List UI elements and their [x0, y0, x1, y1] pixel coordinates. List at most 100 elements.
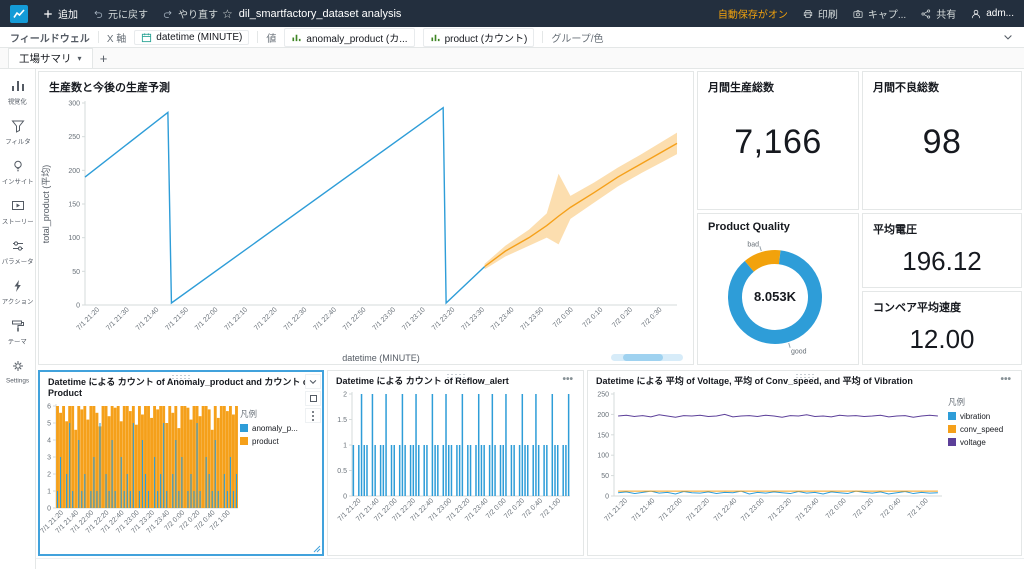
field-pill-product[interactable]: product (カウント): [422, 27, 535, 47]
field-pill-anomaly-product[interactable]: anomaly_product (カ...: [284, 27, 415, 47]
svg-text:7/1 23:00: 7/1 23:00: [740, 497, 766, 523]
share-button[interactable]: 共有: [920, 6, 956, 21]
drag-handle[interactable]: [171, 374, 191, 379]
legend-item[interactable]: anomaly_p...: [240, 424, 298, 433]
reflow-chart-svg[interactable]: 00.511.527/1 21:207/1 21:407/1 22:007/1 …: [328, 388, 576, 540]
legend-item[interactable]: product: [240, 437, 298, 446]
favorite-star-icon[interactable]: ☆: [222, 7, 233, 21]
divider: [257, 31, 259, 43]
sheet-tab-label: 工場サマリ: [19, 53, 72, 65]
funnel-icon: [10, 120, 25, 133]
visual-menu-icon[interactable]: •••: [998, 375, 1013, 385]
svg-text:7/2 0:00: 7/2 0:00: [552, 306, 575, 329]
kpi-value: 12.00: [909, 324, 975, 354]
legend-swatch: [948, 412, 956, 421]
kpi-conveyor-speed-panel[interactable]: コンベア平均速度 12.00: [862, 291, 1022, 365]
quality-donut-svg[interactable]: bad good 8.053K: [699, 235, 857, 365]
svg-text:7/1 22:50: 7/1 22:50: [342, 306, 368, 332]
visual-menu-button[interactable]: [305, 408, 321, 423]
anomaly-product-panel[interactable]: Datetime による カウント of Anomaly_product and…: [38, 370, 324, 556]
svg-text:7/2 0:20: 7/2 0:20: [852, 497, 875, 520]
production-chart-svg[interactable]: 0501001502002503007/1 21:20 7/1 21:30 7/1 …: [39, 97, 687, 365]
svg-text:0: 0: [343, 493, 347, 500]
field-pill-datetime[interactable]: datetime (MINUTE): [134, 29, 250, 45]
svg-text:7/2 0:30: 7/2 0:30: [641, 306, 664, 329]
undo-button[interactable]: 元に戻す: [92, 6, 148, 21]
production-forecast-panel[interactable]: 生産数と今後の生産予測 0 50 100 150 200 250 300 7/1 21:20 7…: [38, 71, 694, 365]
maximize-visual-button[interactable]: [305, 391, 321, 406]
sheet-tab-factory-summary[interactable]: 工場サマリ ▾: [8, 48, 93, 68]
share-label: 共有: [936, 10, 957, 21]
storyboard-icon: [11, 201, 24, 210]
svg-text:7/1 23:30: 7/1 23:30: [460, 306, 486, 332]
svg-text:7/1 22:10: 7/1 22:10: [224, 306, 250, 332]
svg-text:7/1 23:50: 7/1 23:50: [520, 306, 546, 332]
left-sidebar: 視覚化 フィルタ インサイト ストーリー パラメータ アクション テーマ Set…: [0, 69, 36, 569]
svg-text:7/2 1:00: 7/2 1:00: [907, 497, 930, 520]
visual-menu-icon[interactable]: •••: [560, 375, 575, 385]
sidebar-item-actions[interactable]: アクション: [0, 273, 36, 313]
reflow-alert-panel[interactable]: Datetime による カウント of Reflow_alert ••• 00…: [327, 370, 584, 556]
capture-button[interactable]: キャプ...: [852, 6, 906, 21]
resize-handle[interactable]: [312, 544, 321, 553]
svg-text:200: 200: [68, 168, 80, 175]
zoom-handle[interactable]: [623, 354, 663, 361]
svg-text:300: 300: [68, 101, 80, 108]
svg-text:datetime (MINUTE): datetime (MINUTE): [342, 353, 420, 363]
autosave-toggle[interactable]: 自動保存がオン: [718, 6, 788, 21]
legend-title: 凡例: [948, 396, 966, 407]
svg-text:7/2 0:00: 7/2 0:00: [825, 497, 848, 520]
legend-item[interactable]: vibration: [948, 412, 1006, 421]
sidebar-item-label: アクション: [1, 297, 34, 306]
field-pill-label: datetime (MINUTE): [156, 31, 243, 43]
product-quality-panel[interactable]: Product Quality bad good 8.053K: [697, 213, 859, 365]
collapse-visual-button[interactable]: [305, 374, 321, 389]
collapse-field-wells-chevron[interactable]: [1002, 31, 1014, 43]
chart-zoom-scrollbar[interactable]: [611, 354, 683, 361]
kpi-title: 平均電圧: [873, 224, 917, 236]
sidebar-item-insights[interactable]: インサイト: [0, 153, 36, 193]
legend-item[interactable]: conv_speed: [948, 425, 1006, 434]
lightbulb-icon: [13, 160, 22, 172]
chevron-down-icon: [309, 379, 317, 384]
user-menu[interactable]: adm...: [970, 8, 1014, 20]
sidebar-item-settings[interactable]: Settings: [0, 353, 36, 391]
add-button[interactable]: 追加: [42, 6, 78, 21]
sensors-panel[interactable]: Datetime による 平均 of Voltage, 平均 of Conv_s…: [587, 370, 1022, 556]
redo-button[interactable]: やり直す: [162, 6, 218, 21]
chart-legend: 凡例 vibration conv_speedvoltage: [948, 388, 1010, 451]
svg-text:total_product (平均): total_product (平均): [40, 165, 51, 244]
add-sheet-button[interactable]: +: [93, 48, 115, 68]
sidebar-item-filter[interactable]: フィルタ: [0, 113, 36, 153]
print-button[interactable]: 印刷: [802, 6, 838, 21]
value-well-label: 値: [266, 33, 277, 45]
svg-text:7/1 21:40: 7/1 21:40: [631, 497, 657, 523]
sidebar-item-label: ストーリー: [1, 217, 34, 226]
svg-text:0: 0: [76, 303, 80, 310]
legend-swatch: [240, 437, 248, 446]
sidebar-item-parameters[interactable]: パラメータ: [0, 233, 36, 273]
capture-label: キャプ...: [867, 10, 907, 21]
drag-handle[interactable]: [445, 373, 466, 378]
undo-label: 元に戻す: [108, 10, 148, 21]
kpi-monthly-production-panel[interactable]: 月間生産総数 7,166: [697, 71, 859, 210]
kpi-average-voltage-panel[interactable]: 平均電圧 196.12: [862, 213, 1022, 288]
svg-text:7/1 21:20: 7/1 21:20: [76, 306, 102, 332]
drag-handle[interactable]: [794, 373, 815, 378]
camera-icon: [853, 9, 863, 18]
kpi-monthly-defects-panel[interactable]: 月間不良総数 98: [862, 71, 1022, 210]
sidebar-item-themes[interactable]: テーマ: [0, 313, 36, 353]
topbar-right: 自動保存がオン 印刷 キャプ... 共有 adm...: [718, 6, 1014, 21]
sidebar-item-story[interactable]: ストーリー: [0, 193, 36, 233]
quicksight-logo[interactable]: [10, 4, 28, 23]
visual-toolbar: [305, 374, 321, 423]
svg-text:7/1 23:40: 7/1 23:40: [490, 306, 516, 332]
svg-text:7/2 0:20: 7/2 0:20: [611, 306, 634, 329]
sidebar-item-visualize[interactable]: 視覚化: [0, 73, 36, 113]
sensors-chart-svg[interactable]: 0501001502002507/1 21:20 7/1 21:40 7/1 22:…: [588, 388, 948, 540]
svg-text:6: 6: [47, 403, 51, 410]
legend-item[interactable]: voltage: [948, 438, 1006, 447]
kpi-title: 月間生産総数: [708, 82, 774, 94]
redo-label: やり直す: [178, 10, 218, 21]
anomaly-chart-svg[interactable]: 01234567/1 21:207/1 21:407/1 22:007/1 22…: [40, 400, 240, 552]
